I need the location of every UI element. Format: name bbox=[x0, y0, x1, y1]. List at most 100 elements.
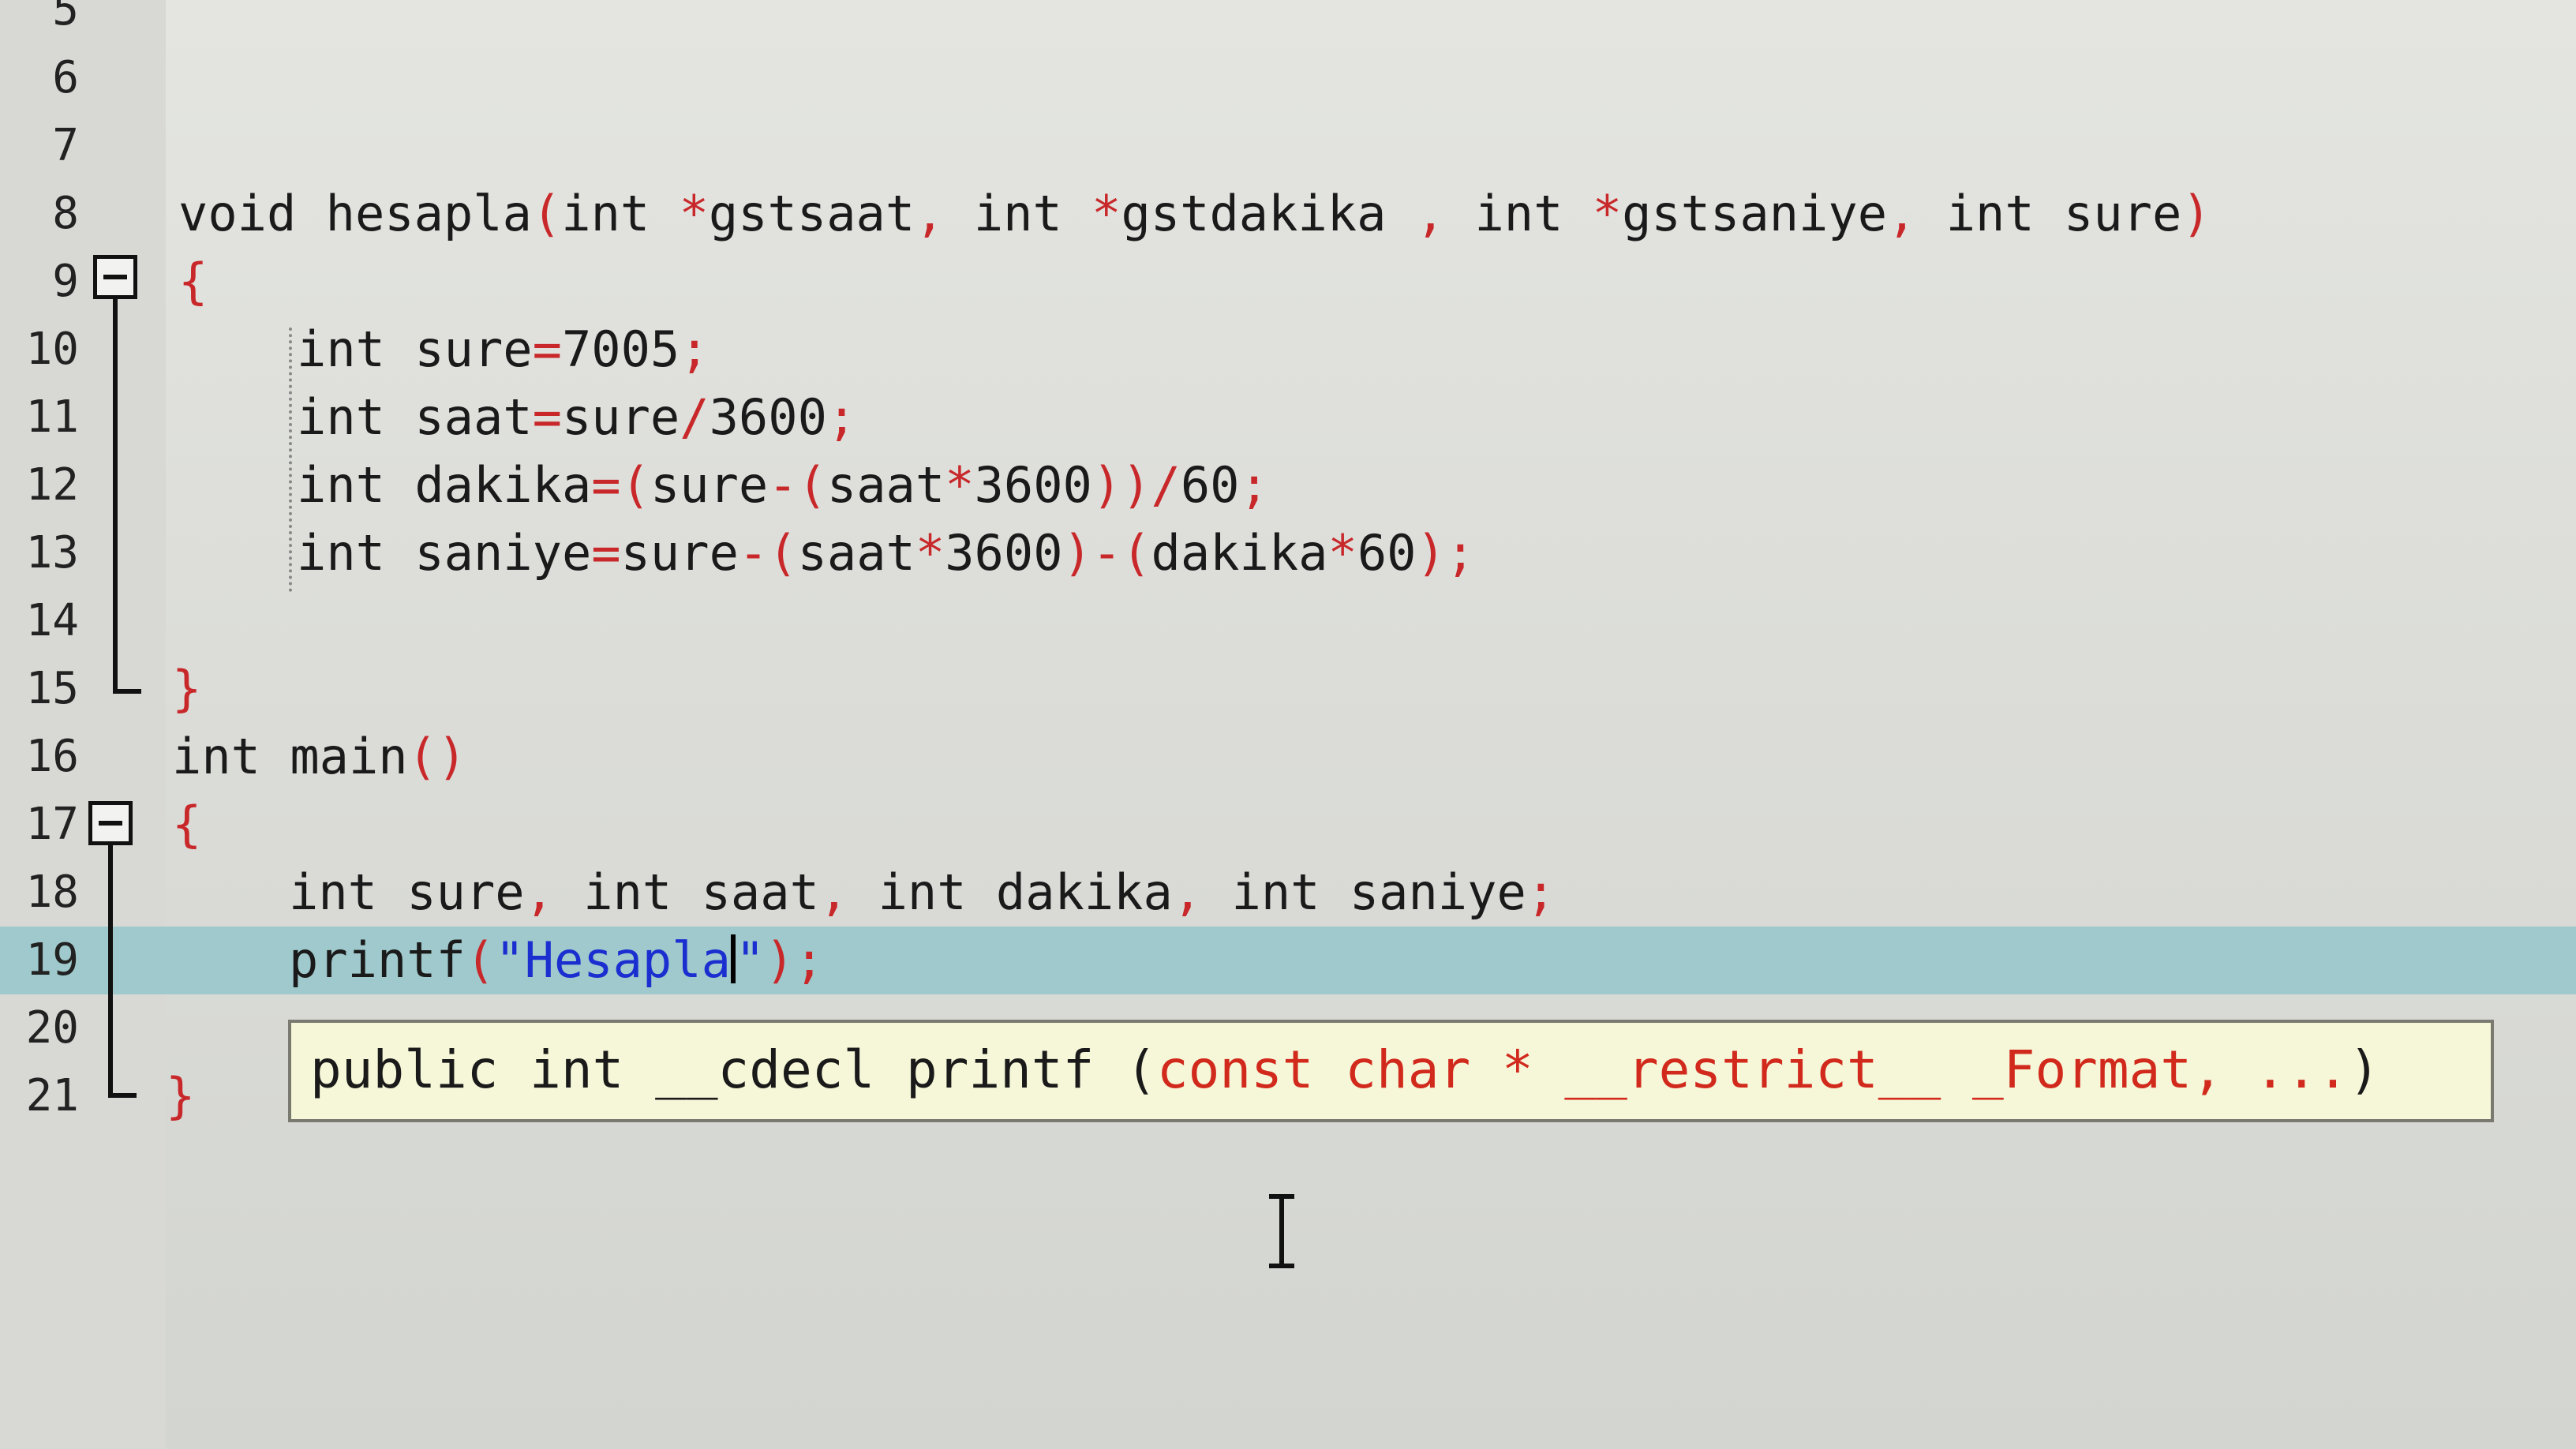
code-token: int bbox=[583, 863, 702, 921]
code-token: -( bbox=[768, 456, 827, 514]
code-token: 60 bbox=[1357, 524, 1417, 582]
code-token: gstsaat bbox=[708, 185, 915, 242]
code-token: int bbox=[1231, 863, 1350, 921]
code-text[interactable]: } bbox=[166, 1069, 195, 1124]
code-token: int bbox=[973, 185, 1092, 242]
code-token: int bbox=[297, 524, 415, 582]
code-token: { bbox=[178, 253, 208, 310]
code-text[interactable]: int sure, int saat, int dakika, int sani… bbox=[289, 865, 1556, 920]
code-token: ) bbox=[2181, 185, 2211, 242]
code-editor[interactable]: 5 6 7 8 void hesapla(int *gstsaat, int *gstd… bbox=[0, 0, 2576, 1449]
code-line[interactable]: 17 { bbox=[0, 791, 2576, 859]
code-token: saniye bbox=[414, 524, 592, 582]
line-number: 9 bbox=[52, 256, 79, 307]
code-line[interactable]: 15} bbox=[0, 655, 2576, 723]
code-token: / bbox=[680, 388, 710, 446]
code-line[interactable]: 6 bbox=[0, 44, 2576, 112]
code-line[interactable]: 14 bbox=[0, 587, 2576, 655]
code-token: -( bbox=[738, 524, 798, 582]
code-token: ( bbox=[531, 185, 562, 242]
code-token: )-( bbox=[1062, 524, 1151, 582]
code-token: } bbox=[172, 660, 202, 717]
code-token: main bbox=[290, 728, 408, 785]
code-line[interactable]: 8 void hesapla(int *gstsaat, int *gstdaki… bbox=[0, 180, 2576, 248]
code-text[interactable]: int sure=7005; bbox=[297, 322, 710, 377]
code-token: , bbox=[524, 863, 584, 921]
code-token: "Hesapla bbox=[495, 931, 731, 989]
code-token: sure bbox=[414, 320, 533, 378]
code-token: * bbox=[1592, 185, 1623, 242]
code-token: =( bbox=[591, 456, 650, 514]
code-text[interactable]: int saniye=sure-(saat*3600)-(dakika*60); bbox=[297, 526, 1475, 581]
code-text[interactable]: { bbox=[172, 797, 201, 852]
code-token: gstsaniye bbox=[1622, 185, 1888, 242]
code-token: * bbox=[915, 524, 945, 582]
code-token: sure bbox=[620, 524, 739, 582]
fold-end-marker bbox=[108, 1093, 137, 1098]
tooltip-signature-suffix: ) bbox=[2348, 1039, 2380, 1100]
code-text[interactable]: } bbox=[172, 661, 201, 717]
code-line[interactable]: 10 int sure=7005; bbox=[0, 316, 2576, 384]
line-number: 14 bbox=[25, 595, 79, 646]
line-number: 8 bbox=[52, 188, 79, 239]
line-number: 13 bbox=[25, 527, 79, 578]
code-token: int bbox=[1474, 185, 1593, 242]
code-token: ( bbox=[465, 931, 496, 989]
code-token: ; bbox=[1526, 863, 1556, 921]
code-line[interactable]: 16 int main() bbox=[0, 723, 2576, 791]
code-token: 3600 bbox=[709, 388, 827, 446]
code-token: ))/ bbox=[1091, 456, 1181, 514]
line-number: 6 bbox=[52, 52, 79, 103]
code-token: * bbox=[1327, 524, 1357, 582]
code-line[interactable]: 12 int dakika=(sure-(saat*3600))/60; bbox=[0, 451, 2576, 519]
code-token: ; bbox=[680, 320, 710, 378]
line-number: 7 bbox=[52, 120, 79, 171]
code-line[interactable]: 13 int saniye=sure-(saat*3600)-(dakika*60… bbox=[0, 519, 2576, 587]
code-token: saat bbox=[826, 456, 945, 514]
line-number: 21 bbox=[25, 1070, 79, 1121]
line-number: 18 bbox=[25, 867, 79, 918]
fold-guide-line bbox=[113, 299, 118, 694]
fold-collapse-icon[interactable] bbox=[88, 801, 133, 845]
line-number: 15 bbox=[25, 663, 79, 714]
tooltip-signature-prefix: public int __cdecl printf ( bbox=[310, 1039, 1157, 1100]
code-token: int bbox=[561, 185, 680, 242]
code-token: int bbox=[1945, 185, 2064, 242]
code-token: , bbox=[915, 185, 974, 242]
code-token: saat bbox=[414, 388, 533, 446]
line-number: 19 bbox=[25, 934, 79, 986]
line-number: 12 bbox=[25, 459, 79, 511]
code-text[interactable]: int saat=sure/3600; bbox=[297, 390, 856, 445]
code-line[interactable]: 5 bbox=[0, 0, 2576, 44]
code-token: int bbox=[297, 388, 415, 446]
fold-collapse-icon[interactable] bbox=[93, 255, 137, 299]
code-line[interactable]: 18 int sure, int saat, int dakika, int sa… bbox=[0, 859, 2576, 927]
code-text[interactable]: printf("Hesapla"); bbox=[289, 933, 824, 988]
code-token: * bbox=[1091, 185, 1121, 242]
parameter-info-tooltip: public int __cdecl printf (const char * … bbox=[288, 1020, 2494, 1122]
fold-end-marker bbox=[113, 689, 141, 694]
code-token: sure bbox=[2064, 185, 2182, 242]
code-line[interactable]: 7 bbox=[0, 112, 2576, 180]
code-token: int bbox=[297, 456, 415, 514]
code-line[interactable]: 19 printf("Hesapla"); bbox=[0, 927, 2576, 994]
code-token: , bbox=[818, 863, 878, 921]
code-token: printf bbox=[289, 931, 466, 989]
code-text[interactable]: int dakika=(sure-(saat*3600))/60; bbox=[297, 458, 1269, 513]
code-token: , bbox=[1172, 863, 1232, 921]
code-token: dakika bbox=[995, 863, 1173, 921]
code-line[interactable]: 9{ bbox=[0, 248, 2576, 316]
code-line[interactable]: 11 int saat=sure/3600; bbox=[0, 384, 2576, 451]
code-text[interactable]: { bbox=[178, 254, 208, 309]
code-token: , bbox=[1415, 185, 1475, 242]
code-text[interactable]: int main() bbox=[172, 729, 466, 784]
code-token: sure bbox=[406, 863, 525, 921]
code-token: 3600 bbox=[945, 524, 1063, 582]
code-text[interactable]: void hesapla(int *gstsaat, int *gstdakik… bbox=[178, 186, 2211, 242]
code-token: = bbox=[591, 524, 621, 582]
code-token: void bbox=[178, 185, 326, 242]
line-number: 17 bbox=[25, 799, 79, 850]
line-number: 11 bbox=[25, 391, 79, 443]
code-token: dakika bbox=[1151, 524, 1328, 582]
code-token: } bbox=[166, 1067, 196, 1125]
